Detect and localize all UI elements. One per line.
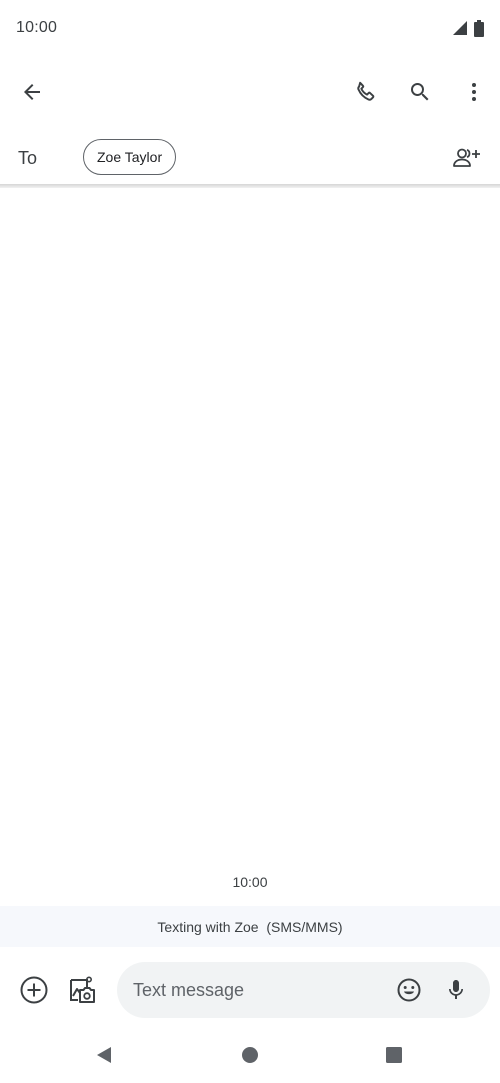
nav-home-button[interactable] xyxy=(226,1031,274,1079)
status-bar: 10:00 xyxy=(0,0,500,56)
back-arrow-icon xyxy=(24,84,40,100)
compose-bar xyxy=(0,958,500,1022)
emoji-button[interactable] xyxy=(385,966,433,1014)
conversation-timestamp: 10:00 xyxy=(232,874,268,890)
nav-home-icon xyxy=(242,1047,258,1063)
more-vert-icon xyxy=(472,83,476,101)
add-person-icon xyxy=(453,148,480,167)
search-button[interactable] xyxy=(396,68,444,116)
emoji-icon xyxy=(397,978,421,1002)
recipient-chip[interactable]: Zoe Taylor xyxy=(83,139,177,175)
back-button[interactable] xyxy=(8,68,56,116)
status-icons xyxy=(452,19,484,37)
mic-icon xyxy=(449,980,463,999)
to-label: To xyxy=(18,147,38,168)
battery-icon xyxy=(474,19,484,37)
recipient-chip-label: Zoe Taylor xyxy=(97,149,163,165)
texting-mode-banner: Texting with Zoe (SMS/MMS) xyxy=(0,906,500,947)
phone-icon xyxy=(357,81,375,101)
app-bar-actions xyxy=(336,68,498,116)
call-button[interactable] xyxy=(342,68,390,116)
attach-button[interactable] xyxy=(10,966,58,1014)
texting-mode-label: Texting with Zoe (SMS/MMS) xyxy=(157,918,343,935)
gallery-button[interactable] xyxy=(58,966,106,1014)
cell-signal-icon xyxy=(453,21,467,35)
top-app-bar xyxy=(0,60,500,124)
add-circle-icon xyxy=(20,976,48,1004)
voice-input-button[interactable] xyxy=(432,966,480,1014)
system-nav-bar xyxy=(0,1030,500,1080)
status-time: 10:00 xyxy=(16,19,58,36)
messages-screen: 10:00 To Zoe Taylor 10:00 Texting with Z… xyxy=(0,0,500,1083)
message-input[interactable] xyxy=(133,962,383,1018)
gallery-camera-icon xyxy=(70,976,95,1003)
nav-back-button[interactable] xyxy=(80,1031,128,1079)
nav-recents-icon xyxy=(386,1047,402,1063)
more-options-button[interactable] xyxy=(450,68,498,116)
conversation-area xyxy=(0,188,500,904)
nav-back-icon xyxy=(97,1047,111,1063)
recipient-row: To Zoe Taylor xyxy=(0,132,500,184)
add-recipient-button[interactable] xyxy=(442,134,490,182)
message-field xyxy=(117,962,490,1018)
search-icon xyxy=(411,83,429,101)
nav-recents-button[interactable] xyxy=(370,1031,418,1079)
